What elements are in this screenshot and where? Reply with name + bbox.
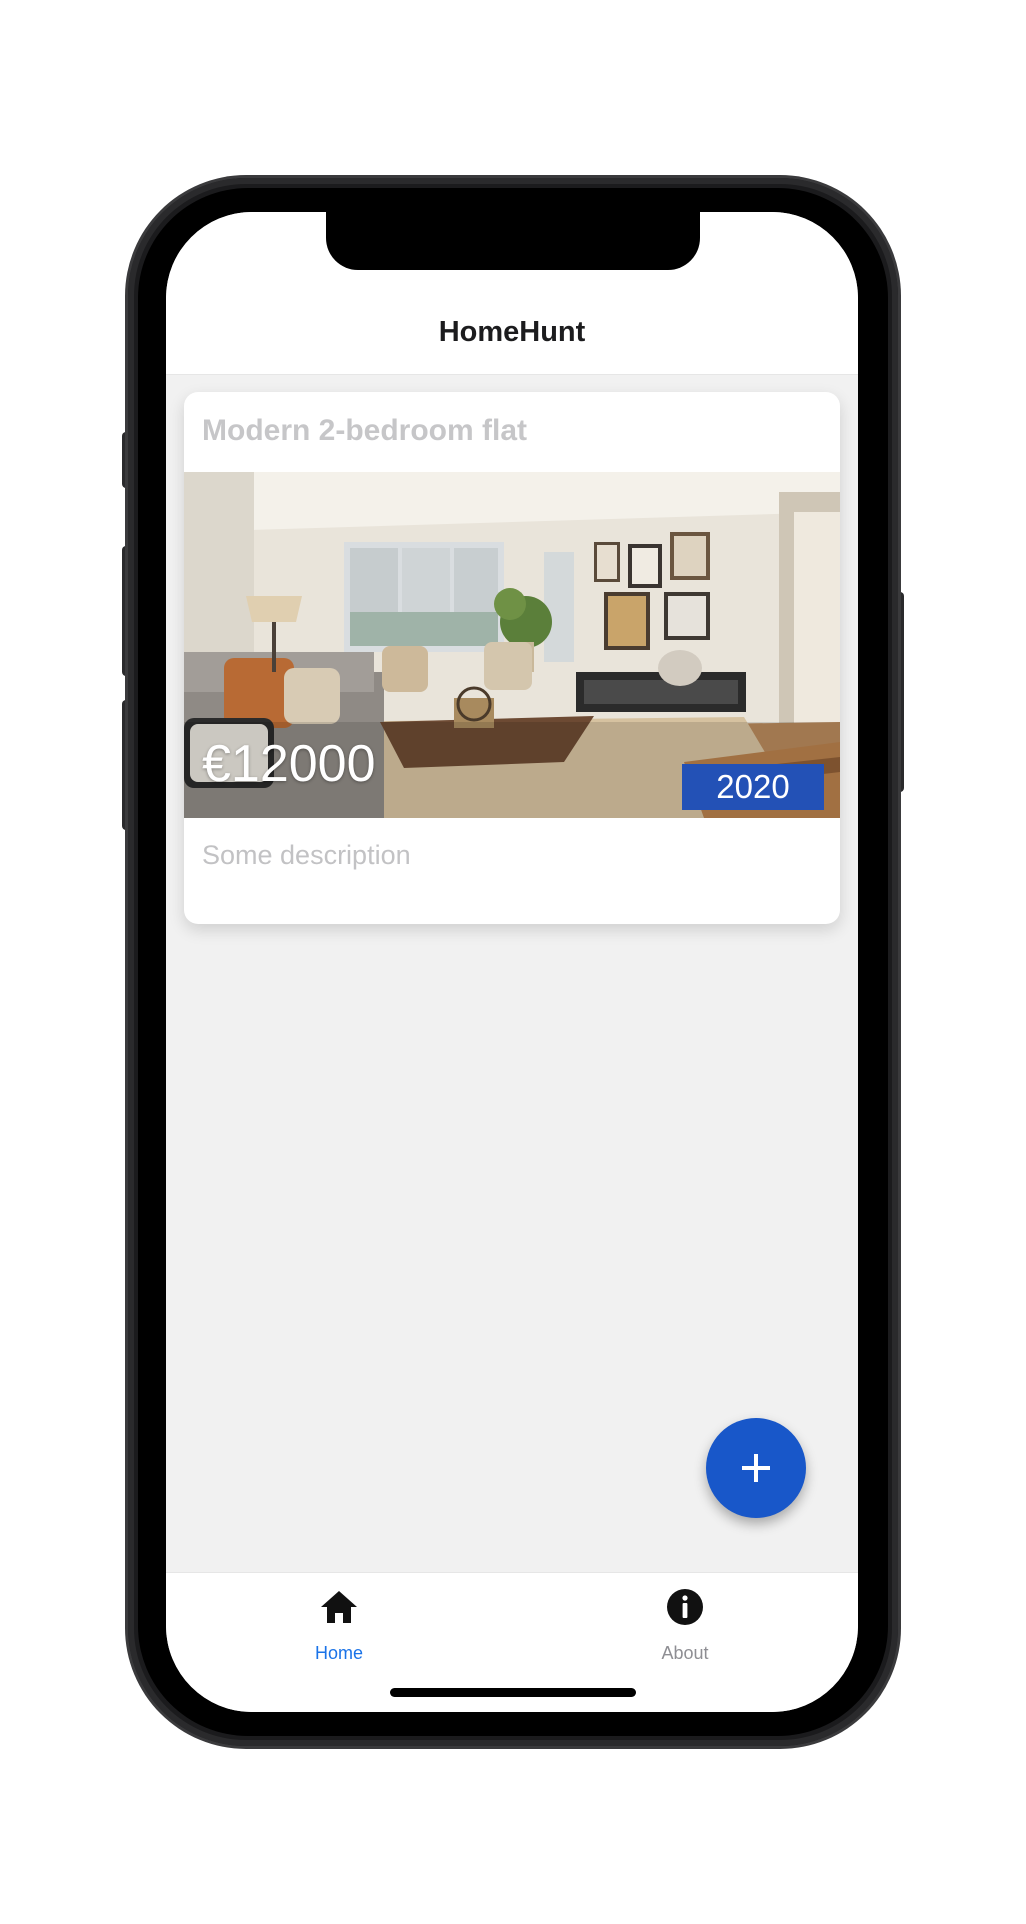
year-badge: 2020: [682, 764, 824, 810]
listing-description: Some description: [202, 840, 411, 870]
listing-card[interactable]: Modern 2-bedroom flat €12000 2020 Some d…: [184, 392, 840, 924]
tab-about[interactable]: About: [512, 1573, 858, 1673]
living-room-photo: €12000 2020: [184, 472, 840, 818]
home-icon: [321, 1591, 357, 1623]
tab-home[interactable]: Home: [166, 1573, 512, 1673]
listing-title: Modern 2-bedroom flat: [202, 414, 528, 447]
app-screen: HomeHunt Modern 2-bedroom flat €12000 20…: [166, 212, 858, 1712]
tab-about-label: About: [661, 1643, 709, 1663]
plus-icon: [742, 1454, 770, 1482]
notch: [326, 212, 700, 270]
listing-price: €12000: [202, 735, 376, 793]
info-icon: [667, 1589, 703, 1625]
add-listing-button[interactable]: [706, 1418, 806, 1518]
device-mockup: HomeHunt Modern 2-bedroom flat €12000 20…: [0, 0, 1026, 1924]
app-title: HomeHunt: [438, 316, 586, 348]
tab-home-label: Home: [314, 1643, 363, 1663]
home-indicator: [390, 1688, 636, 1697]
